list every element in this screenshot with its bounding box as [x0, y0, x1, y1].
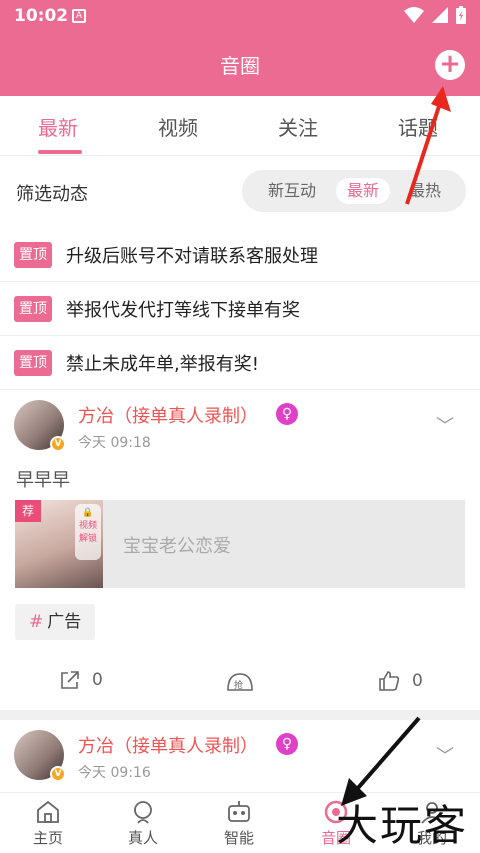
grab-order-icon: 抢 — [227, 673, 253, 691]
person-icon — [134, 801, 152, 824]
watermark: 大玩客 — [336, 801, 469, 850]
tab-indicator — [38, 150, 82, 154]
nav-smart[interactable]: 智能 — [199, 797, 279, 848]
share-button[interactable]: 0 — [60, 670, 103, 690]
topic-tag-label: 广告 — [47, 612, 82, 632]
post-time: 今天 09:16 — [78, 765, 151, 781]
recommend-badge: 荐 — [15, 500, 41, 522]
nav-real-person-label: 真人 — [127, 829, 158, 847]
pinned-text: 升级后账号不对请联系客服处理 — [66, 246, 318, 267]
post-media[interactable]: 荐 🔒 视频解锁 宝宝老公恋爱 — [15, 500, 465, 588]
nav-home[interactable]: 主页 — [8, 797, 88, 848]
chevron-down-icon[interactable]: ﹀ — [436, 742, 454, 768]
hash-icon: # — [29, 612, 44, 632]
svg-text:抢: 抢 — [234, 679, 243, 691]
topic-tag[interactable]: # 广告 — [15, 604, 96, 640]
nav-smart-label: 智能 — [223, 829, 254, 847]
nav-home-label: 主页 — [32, 829, 63, 847]
post-username[interactable]: 方冶（接单真人录制） — [78, 402, 258, 428]
battery-icon — [456, 6, 466, 24]
chevron-down-icon[interactable]: ﹀ — [436, 412, 454, 438]
pinned-badge: 置顶 — [14, 296, 52, 322]
share-count: 0 — [92, 670, 103, 690]
home-icon — [37, 800, 59, 823]
pinned-badge: 置顶 — [14, 242, 52, 268]
female-icon: ♀ — [276, 403, 298, 425]
notification-icon: A — [72, 9, 86, 23]
plus-icon: + — [439, 49, 461, 79]
verified-icon: V — [50, 766, 66, 782]
lock-icon: 🔒 视频解锁 — [75, 504, 101, 560]
status-bar: 10:02 A — [0, 0, 480, 34]
avatar[interactable]: V — [14, 400, 66, 452]
share-icon — [61, 671, 79, 689]
filter-new-interaction[interactable]: 新互动 — [256, 178, 328, 204]
annotation-arrow — [405, 86, 451, 205]
pinned-text: 禁止未成年单,举报有奖! — [66, 354, 259, 375]
filter-label: 筛选动态 — [16, 184, 88, 205]
robot-icon — [228, 801, 250, 822]
pinned-item[interactable]: 置顶 禁止未成年单,举报有奖! — [0, 336, 480, 390]
filter-latest[interactable]: 最新 — [336, 178, 390, 204]
post-username[interactable]: 方冶（接单真人录制） — [78, 732, 258, 758]
tab-latest[interactable]: 最新 — [38, 112, 78, 141]
tab-follow[interactable]: 关注 — [278, 112, 318, 141]
thumbs-up-icon — [379, 671, 400, 691]
post-time: 今天 09:18 — [78, 435, 151, 451]
pinned-text: 举报代发代打等线下接单有奖 — [66, 300, 300, 321]
like-count: 0 — [412, 671, 423, 691]
post-card: V 方冶（接单真人录制） ♀ 今天 09:18 ﹀ 早早早 荐 🔒 视频解锁 宝宝… — [0, 392, 480, 710]
female-icon: ♀ — [276, 733, 298, 755]
pinned-item[interactable]: 置顶 举报代发代打等线下接单有奖 — [0, 282, 480, 336]
pinned-badge: 置顶 — [14, 350, 52, 376]
nav-real-person[interactable]: 真人 — [103, 797, 183, 848]
media-title: 宝宝老公恋爱 — [123, 536, 231, 557]
media-lock-label: 视频解锁 — [78, 521, 97, 544]
grab-order-button[interactable]: 抢 — [225, 670, 255, 694]
status-time: 10:02 — [14, 6, 69, 26]
wifi-icon — [404, 7, 424, 23]
status-icons — [404, 6, 466, 24]
post-text: 早早早 — [16, 470, 70, 491]
post-actions: 0 抢 0 — [0, 662, 480, 702]
pinned-item[interactable]: 置顶 升级后账号不对请联系客服处理 — [0, 228, 480, 282]
page-title: 音圈 — [220, 54, 260, 78]
avatar[interactable]: V — [14, 730, 66, 782]
media-thumbnail: 荐 🔒 视频解锁 — [15, 500, 103, 588]
tab-video[interactable]: 视频 — [158, 112, 198, 141]
signal-icon — [432, 7, 448, 23]
like-button[interactable]: 0 — [378, 670, 423, 692]
verified-icon: V — [50, 436, 66, 452]
add-post-button[interactable]: + — [435, 50, 465, 80]
